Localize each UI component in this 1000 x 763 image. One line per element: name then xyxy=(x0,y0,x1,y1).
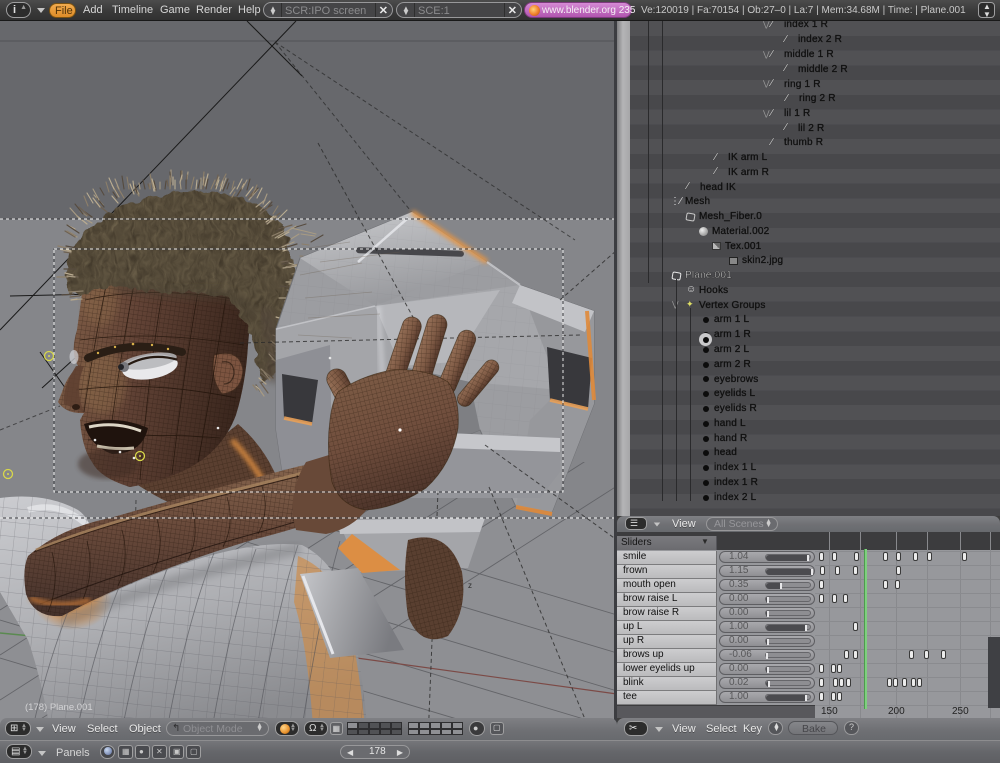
svg-text:(178) Plane.001: (178) Plane.001 xyxy=(25,702,93,713)
svg-text:z: z xyxy=(468,581,472,590)
